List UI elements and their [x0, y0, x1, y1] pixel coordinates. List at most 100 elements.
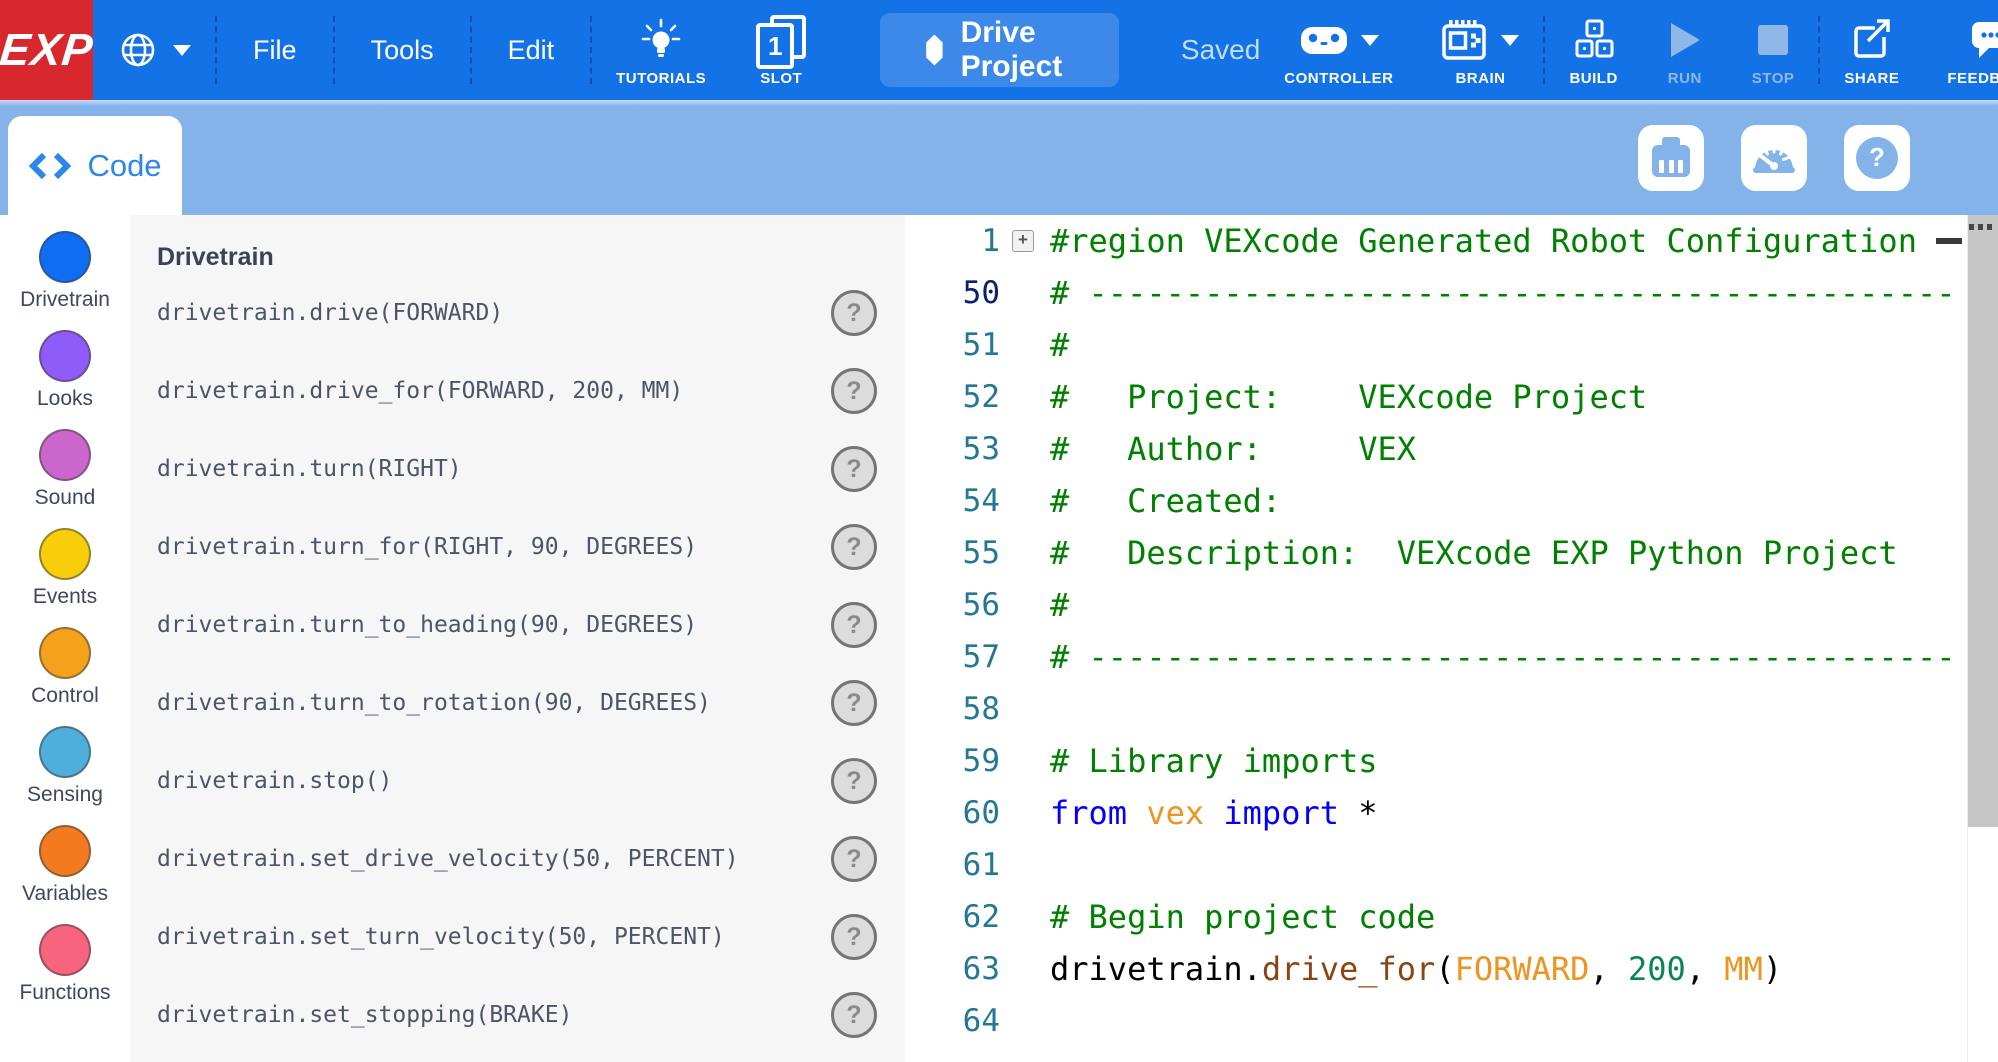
- command-snippet[interactable]: drivetrain.stop(): [157, 768, 392, 794]
- run-button[interactable]: RUN: [1642, 0, 1728, 100]
- sidebar-item-sensing[interactable]: Sensing: [0, 726, 130, 825]
- slot-button[interactable]: 1 SLOT: [730, 0, 832, 100]
- sidebar-item-events[interactable]: Events: [0, 528, 130, 627]
- command-help-button[interactable]: ?: [831, 446, 877, 492]
- sidebar-item-variables[interactable]: Variables: [0, 825, 130, 924]
- command-help-button[interactable]: ?: [831, 290, 877, 336]
- code-tab-label: Code: [87, 148, 161, 184]
- command-snippet[interactable]: drivetrain.set_turn_velocity(50, PERCENT…: [157, 924, 725, 950]
- category-circle-icon[interactable]: [39, 825, 91, 877]
- command-help-button[interactable]: ?: [831, 602, 877, 648]
- language-menu[interactable]: [93, 0, 215, 100]
- controller-button[interactable]: CONTROLLER: [1260, 0, 1417, 100]
- command-help-button[interactable]: ?: [831, 914, 877, 960]
- command-help-button[interactable]: ?: [831, 758, 877, 804]
- category-label: Sound: [35, 486, 96, 510]
- sidebar-item-looks[interactable]: Looks: [0, 330, 130, 429]
- help-button[interactable]: ?: [1844, 125, 1910, 191]
- code-line: 54# Created:: [905, 475, 1998, 527]
- sidebar-item-drivetrain[interactable]: Drivetrain: [0, 231, 130, 330]
- command-help-button[interactable]: ?: [831, 992, 877, 1038]
- menu-file[interactable]: File: [217, 0, 333, 100]
- sidebar-item-control[interactable]: Control: [0, 627, 130, 726]
- scrollbar-thumb[interactable]: [1968, 215, 1998, 827]
- tutorials-label: TUTORIALS: [616, 70, 706, 87]
- gutter-fold-area: [1000, 891, 1050, 943]
- project-name-button[interactable]: Drive Project: [880, 13, 1119, 87]
- line-number: 50: [905, 267, 1000, 319]
- command-group-header: Drivetrain: [130, 243, 905, 272]
- feedback-button[interactable]: FEEDBACK: [1923, 0, 1998, 100]
- hexagon-icon: [926, 35, 942, 66]
- gutter-fold-area: [1000, 475, 1050, 527]
- command-help-button[interactable]: ?: [831, 524, 877, 570]
- menu-edit[interactable]: Edit: [472, 0, 591, 100]
- gutter-fold-area: [1000, 735, 1050, 787]
- code-line: 1+#region VEXcode Generated Robot Config…: [905, 215, 1998, 267]
- gutter-fold-area: [1000, 631, 1050, 683]
- category-circle-icon[interactable]: [39, 231, 91, 283]
- editor-scrollbar[interactable]: [1967, 215, 1998, 1062]
- line-number: 64: [905, 995, 1000, 1047]
- command-snippet[interactable]: drivetrain.set_drive_velocity(50, PERCEN…: [157, 846, 739, 872]
- share-button[interactable]: SHARE: [1820, 0, 1923, 100]
- brain-label: BRAIN: [1455, 70, 1505, 87]
- command-help-button[interactable]: ?: [831, 680, 877, 726]
- controller-icon: [1299, 20, 1349, 60]
- code-editor[interactable]: 1+#region VEXcode Generated Robot Config…: [905, 215, 1998, 1062]
- devices-button[interactable]: [1638, 125, 1704, 191]
- category-label: Events: [33, 585, 97, 609]
- command-snippet[interactable]: drivetrain.turn_to_heading(90, DEGREES): [157, 612, 697, 638]
- tab-code[interactable]: Code: [8, 116, 182, 215]
- command-snippet[interactable]: drivetrain.turn_to_rotation(90, DEGREES): [157, 690, 711, 716]
- command-snippet[interactable]: drivetrain.turn_for(RIGHT, 90, DEGREES): [157, 534, 697, 560]
- brain-button[interactable]: BRAIN: [1417, 0, 1543, 100]
- category-circle-icon[interactable]: [39, 528, 91, 580]
- build-label: BUILD: [1569, 70, 1617, 87]
- build-button[interactable]: BUILD: [1545, 0, 1641, 100]
- category-circle-icon[interactable]: [39, 330, 91, 382]
- code-text: [1050, 839, 1998, 891]
- category-circle-icon[interactable]: [39, 627, 91, 679]
- code-line: 61: [905, 839, 1998, 891]
- code-line: 63 drivetrain.drive_for(FORWARD, 200, MM): [905, 943, 1998, 995]
- category-label: Control: [31, 684, 99, 708]
- stop-square-icon: [1755, 19, 1791, 61]
- command-panel: Drivetrain drivetrain.drive(FORWARD)?dri…: [130, 215, 905, 1062]
- sidebar-item-functions[interactable]: Functions: [0, 924, 130, 1023]
- overview-ruler-marks: [1969, 224, 1996, 230]
- line-number: 55: [905, 527, 1000, 579]
- tutorials-button[interactable]: TUTORIALS: [592, 0, 730, 100]
- question-mark-icon: ?: [1856, 137, 1898, 179]
- line-number: 53: [905, 423, 1000, 475]
- fold-expand-icon[interactable]: +: [1012, 230, 1034, 252]
- chevron-down-icon: [173, 45, 191, 56]
- command-help-button[interactable]: ?: [831, 368, 877, 414]
- command-row: drivetrain.stop()?: [130, 742, 905, 820]
- main-content: DrivetrainLooksSoundEventsControlSensing…: [0, 215, 1998, 1062]
- code-line: 60from vex import *: [905, 787, 1998, 839]
- code-text: [1050, 683, 1998, 735]
- command-snippet[interactable]: drivetrain.drive_for(FORWARD, 200, MM): [157, 378, 683, 404]
- gutter-fold-area: [1000, 787, 1050, 839]
- monitor-button[interactable]: [1741, 125, 1807, 191]
- sidebar-item-sound[interactable]: Sound: [0, 429, 130, 528]
- line-number: 61: [905, 839, 1000, 891]
- code-text: drivetrain.drive_for(FORWARD, 200, MM): [1050, 943, 1998, 995]
- command-help-button[interactable]: ?: [831, 836, 877, 882]
- category-circle-icon[interactable]: [39, 924, 91, 976]
- command-snippet[interactable]: drivetrain.turn(RIGHT): [157, 456, 462, 482]
- project-name: Drive Project: [961, 16, 1073, 84]
- category-circle-icon[interactable]: [39, 726, 91, 778]
- code-line: 62# Begin project code: [905, 891, 1998, 943]
- line-number: 63: [905, 943, 1000, 995]
- menu-tools[interactable]: Tools: [335, 0, 470, 100]
- category-sidebar: DrivetrainLooks Sound Events Control Sensing…: [0, 215, 130, 1062]
- command-snippet[interactable]: drivetrain.drive(FORWARD): [157, 300, 503, 326]
- category-circle-icon[interactable]: [39, 429, 91, 481]
- gutter-fold-area: [1000, 683, 1050, 735]
- code-text: # --------------------------------------…: [1050, 631, 1998, 683]
- secondary-toolbar: Code: [0, 100, 1998, 215]
- command-snippet[interactable]: drivetrain.set_stopping(BRAKE): [157, 1002, 572, 1028]
- stop-button[interactable]: STOP: [1728, 0, 1819, 100]
